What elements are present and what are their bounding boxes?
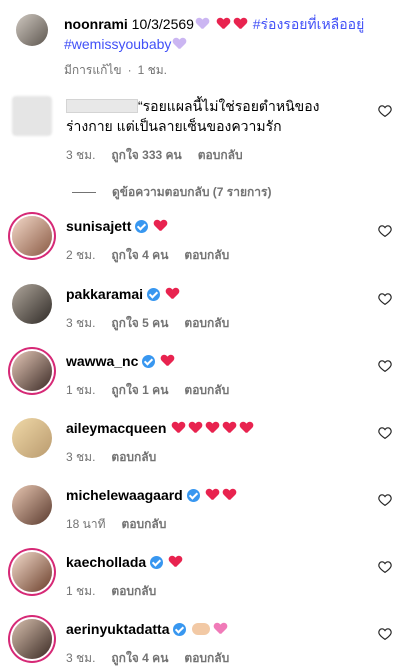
comment-item: michelewaagaard 18 นาที ตอบกลับ bbox=[12, 485, 392, 534]
red-heart-icon bbox=[240, 422, 253, 434]
like-heart-icon[interactable] bbox=[378, 104, 392, 117]
hashtag-link[interactable]: #ร่องรอยที่เหลืออยู่ bbox=[253, 16, 365, 32]
red-heart-icon bbox=[169, 556, 182, 568]
red-heart-icon bbox=[234, 18, 247, 30]
comment-time: 1 ชม. bbox=[66, 584, 96, 598]
verified-badge-icon bbox=[186, 489, 200, 502]
reply-button[interactable]: ตอบกลับ bbox=[184, 314, 229, 333]
avatar[interactable] bbox=[12, 96, 52, 136]
like-heart-icon[interactable] bbox=[378, 627, 392, 640]
comment-time: 2 ชม. bbox=[66, 248, 96, 262]
caption-time: 1 ชม. bbox=[137, 63, 168, 77]
red-heart-icon bbox=[172, 422, 185, 434]
comment-item: aileymacqueen 3 ชม. ตอบกลับ bbox=[12, 418, 392, 467]
reply-button[interactable]: ตอบกลับ bbox=[111, 448, 156, 467]
comment-meta: 3 ชม. ถูกใจ 4 คน ตอบกลับ bbox=[66, 649, 392, 666]
redacted-username bbox=[66, 99, 138, 113]
verified-badge-icon bbox=[150, 556, 164, 569]
red-heart-icon bbox=[223, 422, 236, 434]
red-heart-icon bbox=[217, 18, 230, 30]
likes-count[interactable]: ถูกใจ 5 คน bbox=[111, 314, 168, 333]
post-caption: noonrami 10/3/2569 #ร่องรอยที่เหลืออยู่ … bbox=[16, 14, 388, 80]
view-replies-button[interactable]: ดูข้อความตอบกลับ (7 รายการ) bbox=[72, 183, 271, 202]
likes-count[interactable]: ถูกใจ 333 คน bbox=[111, 146, 181, 165]
verified-badge-icon bbox=[173, 623, 187, 636]
verified-badge-icon bbox=[142, 355, 156, 368]
caption-date: 10/3/2569 bbox=[131, 16, 194, 32]
comment-item: kaechollada 1 ชม. ตอบกลับ bbox=[12, 552, 392, 601]
comment-time: 3 ชม. bbox=[66, 450, 96, 464]
like-heart-icon[interactable] bbox=[378, 426, 392, 439]
comment-item: pakkaramai 3 ชม. ถูกใจ 5 คน ตอบกลับ bbox=[12, 284, 392, 333]
reply-button[interactable]: ตอบกลับ bbox=[184, 246, 229, 265]
avatar[interactable] bbox=[12, 216, 52, 256]
comment-item: “รอยแผลนี้ไม่ใช่รอยตำหนิของร่างกาย แต่เป… bbox=[12, 96, 392, 165]
like-heart-icon[interactable] bbox=[378, 292, 392, 305]
hashtag-link[interactable]: #wemissyoubaby bbox=[64, 36, 171, 52]
avatar[interactable] bbox=[12, 619, 52, 659]
comment-time: 1 ชม. bbox=[66, 383, 96, 397]
avatar[interactable] bbox=[12, 552, 52, 592]
comment-item: sunisajett 2 ชม. ถูกใจ 4 คน ตอบกลับ bbox=[12, 216, 392, 265]
comment-username[interactable]: aileymacqueen bbox=[66, 420, 166, 436]
comment-username[interactable]: michelewaagaard bbox=[66, 487, 183, 503]
red-heart-icon bbox=[206, 489, 219, 501]
red-heart-icon bbox=[161, 355, 174, 367]
comment-username[interactable]: kaechollada bbox=[66, 554, 146, 570]
comment-meta: 2 ชม. ถูกใจ 4 คน ตอบกลับ bbox=[66, 246, 392, 265]
comment-username[interactable]: pakkaramai bbox=[66, 286, 143, 302]
reply-button[interactable]: ตอบกลับ bbox=[184, 649, 229, 666]
caption-meta: มีการแก้ไข · 1 ชม. bbox=[64, 60, 388, 80]
reply-button[interactable]: ตอบกลับ bbox=[198, 146, 243, 165]
comment-item: aerinyuktadatta 3 ชม. ถูกใจ 4 คน ตอบกลับ bbox=[12, 619, 392, 666]
like-heart-icon[interactable] bbox=[378, 493, 392, 506]
comment-meta: 18 นาที ตอบกลับ bbox=[66, 515, 392, 534]
heart-hands-icon bbox=[192, 623, 211, 635]
comment-username[interactable]: sunisajett bbox=[66, 218, 131, 234]
avatar[interactable] bbox=[16, 14, 48, 46]
comment-meta: 1 ชม. ตอบกลับ bbox=[66, 582, 392, 601]
comment-item: wawwa_nc 1 ชม. ถูกใจ 1 คน ตอบกลับ bbox=[12, 351, 392, 400]
comment-time: 18 นาที bbox=[66, 517, 106, 531]
like-heart-icon[interactable] bbox=[378, 560, 392, 573]
comment-meta: 3 ชม. ตอบกลับ bbox=[66, 448, 392, 467]
reply-button[interactable]: ตอบกลับ bbox=[184, 381, 229, 400]
pink-heart-icon bbox=[214, 623, 227, 635]
comment-meta: 3 ชม. ถูกใจ 5 คน ตอบกลับ bbox=[66, 314, 392, 333]
caption-username[interactable]: noonrami bbox=[64, 16, 128, 32]
comment-time: 3 ชม. bbox=[66, 316, 96, 330]
like-heart-icon[interactable] bbox=[378, 359, 392, 372]
edited-label: มีการแก้ไข bbox=[64, 63, 122, 77]
avatar[interactable] bbox=[12, 485, 52, 525]
avatar[interactable] bbox=[12, 351, 52, 391]
comment-username[interactable]: wawwa_nc bbox=[66, 353, 138, 369]
avatar[interactable] bbox=[12, 418, 52, 458]
red-heart-icon bbox=[166, 288, 179, 300]
likes-count[interactable]: ถูกใจ 4 คน bbox=[111, 246, 168, 265]
purple-heart-icon bbox=[173, 38, 186, 50]
likes-count[interactable]: ถูกใจ 4 คน bbox=[111, 649, 168, 666]
red-heart-icon bbox=[154, 220, 167, 232]
like-heart-icon[interactable] bbox=[378, 224, 392, 237]
avatar[interactable] bbox=[12, 284, 52, 324]
comment-time: 3 ชม. bbox=[66, 148, 96, 162]
comment-username[interactable]: aerinyuktadatta bbox=[66, 621, 169, 637]
verified-badge-icon bbox=[135, 220, 149, 233]
purple-heart-icon bbox=[196, 18, 209, 30]
verified-badge-icon bbox=[147, 288, 161, 301]
comment-meta: 3 ชม. ถูกใจ 333 คน ตอบกลับ bbox=[66, 146, 392, 165]
comment-meta: 1 ชม. ถูกใจ 1 คน ตอบกลับ bbox=[66, 381, 392, 400]
red-heart-icon bbox=[223, 489, 236, 501]
red-heart-icon bbox=[189, 422, 202, 434]
reply-button[interactable]: ตอบกลับ bbox=[122, 515, 167, 534]
likes-count[interactable]: ถูกใจ 1 คน bbox=[111, 381, 168, 400]
reply-button[interactable]: ตอบกลับ bbox=[111, 582, 156, 601]
comment-time: 3 ชม. bbox=[66, 651, 96, 665]
red-heart-icon bbox=[206, 422, 219, 434]
